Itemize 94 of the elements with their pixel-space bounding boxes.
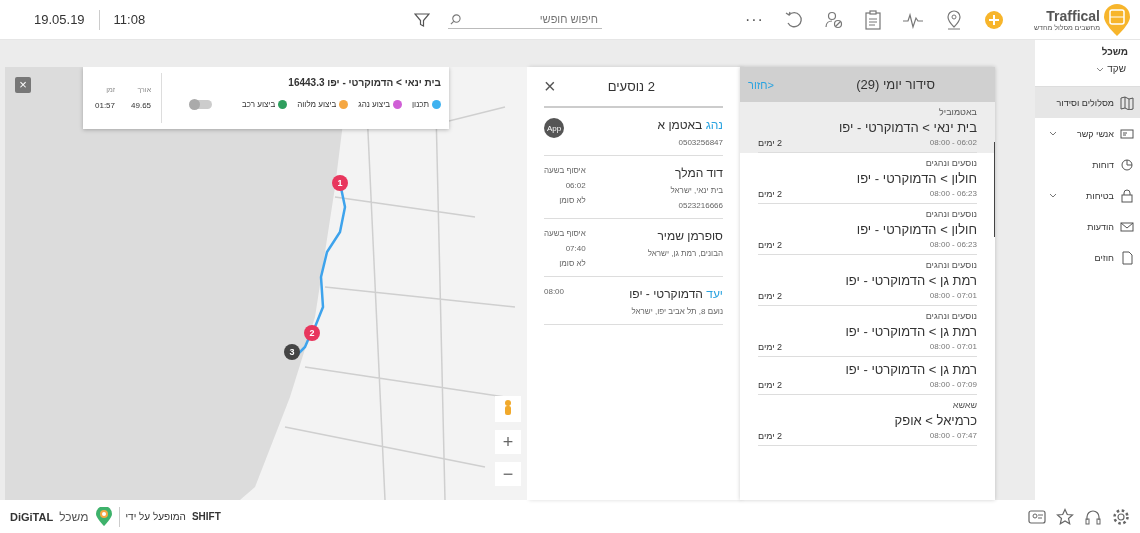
chart-icon <box>1120 157 1134 172</box>
filter-icon[interactable] <box>414 11 430 28</box>
address-text: בית ינאי, ישראל <box>670 186 723 195</box>
days-text: 2 ימים <box>758 431 783 441</box>
route-text: כרמיאל > אופק <box>893 413 977 428</box>
address-text: הבונים, רמת גן, ישראל <box>647 249 723 258</box>
route-text: חולון > הדמוקרטי - יפו <box>855 171 977 186</box>
pin-logo-icon <box>94 506 113 527</box>
route-text: רמת גן > הדמוקרטי - יפו <box>844 273 977 288</box>
chevron-down-icon[interactable] <box>1096 67 1105 72</box>
legend-label: תכנון <box>412 100 429 109</box>
category-text: נוסעים ונהגים <box>924 209 977 219</box>
pickup-time: 07:40 <box>565 244 586 253</box>
close-button[interactable]: × <box>15 77 31 93</box>
driver-name: נהג באטמן א <box>657 118 723 132</box>
category-text: שאשא <box>951 400 977 410</box>
logo-text: DiGiTAL <box>10 510 54 523</box>
date-text: 19.05.19 <box>34 12 85 27</box>
document-icon <box>1120 250 1134 265</box>
pickup-time: 06:02 <box>565 181 586 190</box>
route-text: רמת גן > הדמוקרטי - יפו <box>844 324 977 339</box>
search-icon <box>450 13 461 25</box>
headphones-icon[interactable] <box>1084 507 1102 526</box>
zoom-in-button[interactable]: + <box>495 430 521 454</box>
org-name: משכל <box>1100 45 1129 59</box>
time-range: 06:02 - 08:00 <box>929 138 977 148</box>
address-text: נועם 8, תל אביב יפו, ישראל <box>630 307 723 316</box>
nav-item[interactable]: הודעות <box>1035 211 1140 242</box>
route-title: בית ינאי > הדמוקרטי - יפו 16443.3 <box>287 77 441 88</box>
category-text: נוסעים ונהגים <box>924 260 977 270</box>
undo-icon[interactable] <box>783 9 804 30</box>
nav-item[interactable]: בטיחות <box>1035 180 1140 211</box>
stat-value: 49.65 <box>131 101 152 110</box>
category-text: נוסעים ונהגים <box>924 158 977 168</box>
destination-name: יעד הדמוקרטי - יפו <box>629 287 723 301</box>
app-badge: App <box>544 118 564 138</box>
close-button[interactable]: × <box>544 75 556 98</box>
legend-label: ביצוע רכב <box>242 100 276 109</box>
days-text: 2 ימים <box>758 291 783 301</box>
route-text: חולון > הדמוקרטי - יפו <box>855 222 977 237</box>
powered-by-text: המופעל על ידי <box>125 511 186 522</box>
phone-text: 0523216666 <box>677 201 723 210</box>
star-icon[interactable] <box>1056 507 1074 526</box>
map-icon <box>1120 95 1134 110</box>
nav-item[interactable]: דוחות <box>1035 149 1140 180</box>
passenger-name: סופרמן שמיר <box>656 229 723 243</box>
user-block-icon[interactable] <box>823 9 844 30</box>
route-text: בית ינאי > הדמוקרטי - יפו <box>837 120 977 135</box>
time-range: 07:01 - 08:00 <box>929 291 977 301</box>
brand-text: SHIFT <box>191 511 221 522</box>
logo-text: משכל <box>59 509 89 524</box>
panel-title: 2 נוסעים <box>607 79 655 94</box>
time-range: 06:23 - 08:00 <box>929 240 977 250</box>
nav-item[interactable]: חוזים <box>1035 242 1140 273</box>
search-field[interactable]: חיפוש חופשי <box>465 12 600 26</box>
id-card-icon[interactable] <box>1028 507 1046 526</box>
chevron-down-icon[interactable] <box>1049 193 1057 198</box>
legend-label: ביצוע מלווה <box>297 100 337 109</box>
time-range: 06:23 - 08:00 <box>929 189 977 199</box>
category-text: נוסעים ונהגים <box>924 311 977 321</box>
id-card-icon <box>1120 126 1134 141</box>
nav-item[interactable]: מסלולים וסידור <box>1035 87 1140 118</box>
status-text: לא סומן <box>559 196 586 205</box>
panel-title: סידור יומי (29) <box>856 77 935 92</box>
route-text: רמת גן > הדמוקרטי - יפו <box>844 362 977 377</box>
legend-label: ביצוע נהג <box>358 100 390 109</box>
mail-icon <box>1120 219 1134 234</box>
days-text: 2 ימים <box>758 380 783 390</box>
time-text: 11:08 <box>113 12 146 27</box>
stat-value: 01:57 <box>95 101 116 110</box>
toggle-switch[interactable] <box>190 100 212 109</box>
pickup-time: 08:00 <box>544 287 565 296</box>
days-text: 2 ימים <box>758 240 783 250</box>
clipboard-icon[interactable] <box>863 9 882 30</box>
lock-icon <box>1120 188 1134 203</box>
nav-item[interactable]: אנשי קשר <box>1035 118 1140 149</box>
passenger-name: דוד המלך <box>674 166 723 180</box>
time-range: 07:01 - 08:00 <box>929 342 977 352</box>
pickup-label: איסוף בשעה <box>544 229 586 238</box>
phone-text: 0503256847 <box>677 138 723 147</box>
zoom-out-button[interactable]: − <box>495 462 521 486</box>
time-range: 07:09 - 08:00 <box>929 380 977 390</box>
time-range: 07:47 - 08:00 <box>929 431 977 441</box>
more-button[interactable]: ··· <box>744 10 764 29</box>
days-text: 2 ימים <box>758 189 783 199</box>
category-text: באטמוביל <box>938 107 977 117</box>
days-text: 2 ימים <box>758 342 783 352</box>
settings-icon[interactable] <box>1112 507 1130 526</box>
user-menu[interactable]: שקד <box>1107 63 1126 74</box>
chevron-down-icon[interactable] <box>1049 131 1057 136</box>
pickup-label: איסוף בשעה <box>544 166 586 175</box>
status-text: לא סומן <box>559 259 586 268</box>
days-text: 2 ימים <box>758 138 783 148</box>
logo-text: Traffical <box>1046 8 1100 24</box>
